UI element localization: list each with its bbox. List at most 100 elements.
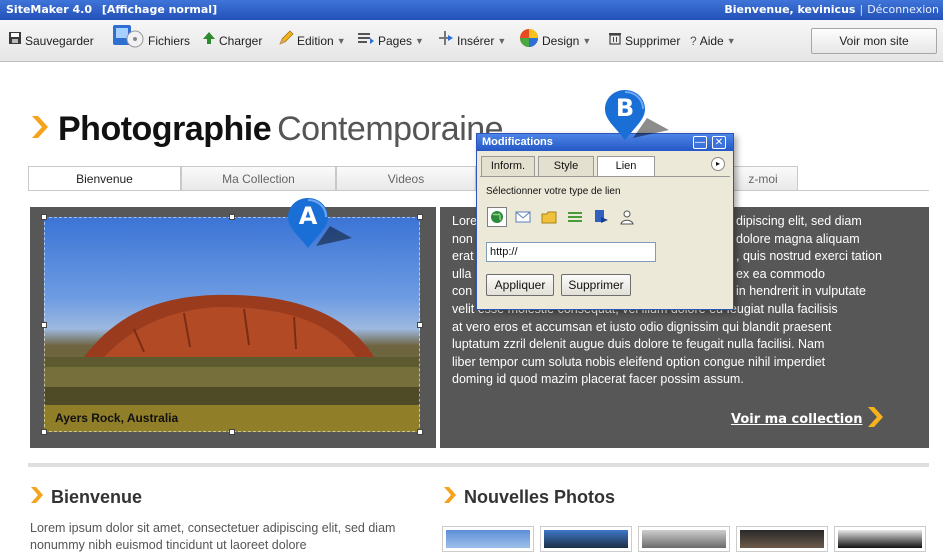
app-title: SiteMaker 4.0 [Affichage normal]	[6, 0, 217, 20]
app-name: SiteMaker 4.0	[6, 3, 93, 16]
tab-inform[interactable]: Inform.	[481, 156, 535, 176]
marker-b: B	[603, 88, 673, 148]
save-button[interactable]: Sauvegarder	[8, 31, 94, 51]
chevron-right-icon	[443, 486, 457, 509]
photo-thumbnail[interactable]	[442, 526, 534, 552]
palette-icon	[519, 28, 539, 54]
url-input[interactable]	[486, 242, 656, 262]
pencil-icon	[278, 30, 294, 52]
logout-link[interactable]: Déconnexion	[867, 3, 939, 16]
email-icon[interactable]	[513, 207, 533, 227]
section-nouvelles-photos-title: Nouvelles Photos	[464, 487, 616, 507]
minimize-button[interactable]: —	[693, 136, 707, 149]
help-label: Aide	[699, 34, 724, 48]
welcome-text: Bienvenue, kevinicus	[724, 3, 856, 16]
text-fragment: dipiscing elit, sed diam	[736, 214, 862, 228]
main-toolbar: Sauvegarder Fichiers Charger Edition ▼ Pa…	[0, 20, 943, 62]
modifications-dialog: Modifications — ✕ Inform. Style Lien ▸ S…	[476, 133, 734, 310]
text-fragment: dolore magna aliquam	[736, 231, 860, 246]
text-fragment: , quis nostrud exerci tation	[736, 249, 882, 264]
upload-arrow-icon	[202, 31, 216, 51]
design-label: Design	[542, 34, 580, 48]
chevron-right-icon	[30, 486, 44, 509]
tab-contact[interactable]: z-moi	[728, 166, 798, 190]
text-line: luptatum zzril delenit augue duis dolore…	[452, 337, 825, 352]
chevron-right-icon	[30, 114, 48, 144]
text-line: at vero eros et accumsan et iusto odio d…	[452, 319, 832, 334]
photo-thumbnail[interactable]	[638, 526, 730, 552]
section-bienvenue: Bienvenue	[30, 486, 142, 509]
view-site-button[interactable]: Voir mon site	[811, 28, 937, 54]
resize-handle-e[interactable]	[417, 322, 423, 328]
photo-thumbnail[interactable]	[540, 526, 632, 552]
tab-lien[interactable]: Lien	[597, 156, 655, 177]
see-collection-link[interactable]: Voir ma collection	[731, 405, 884, 433]
tab-baseline	[480, 176, 730, 177]
text-line: doming id quod mazim placerat facer poss…	[452, 372, 744, 387]
dialog-title: Modifications	[482, 136, 553, 148]
chevron-down-icon: ▼	[415, 36, 424, 46]
files-button[interactable]: Fichiers	[111, 25, 191, 51]
marker-b-label: B	[615, 94, 635, 122]
edit-menu[interactable]: Edition ▼	[278, 30, 346, 52]
section-bienvenue-title: Bienvenue	[51, 487, 143, 507]
close-button[interactable]: ✕	[712, 136, 726, 149]
save-icon	[8, 31, 22, 51]
resize-handle-w[interactable]	[41, 322, 47, 328]
pages-menu[interactable]: Pages ▼	[357, 31, 424, 51]
help-menu[interactable]: ? Aide ▼	[690, 31, 736, 51]
tab-bienvenue[interactable]: Bienvenue	[28, 166, 181, 190]
globe-icon[interactable]	[487, 207, 507, 227]
delete-button[interactable]: Supprimer	[608, 31, 680, 51]
chevron-down-icon: ▼	[336, 36, 346, 46]
selection-outline	[44, 217, 420, 432]
see-collection-label: Voir ma collection	[731, 411, 863, 427]
bienvenue-text[interactable]: Lorem ipsum dolor sit amet, consectetuer…	[30, 520, 430, 554]
remove-link-button[interactable]: Supprimer	[561, 274, 631, 296]
chevron-down-icon: ▼	[726, 36, 736, 46]
user-area: Bienvenue, kevinicus | Déconnexion	[724, 0, 939, 20]
tab-style[interactable]: Style	[538, 156, 594, 176]
photo-thumbnail[interactable]	[834, 526, 926, 552]
design-menu[interactable]: Design ▼	[519, 28, 592, 54]
insert-label: Insérer	[457, 34, 495, 48]
help-icon: ?	[690, 34, 697, 48]
text-fragment: in hendrerit in vulputate	[736, 284, 866, 299]
resize-handle-n[interactable]	[229, 214, 235, 220]
trash-icon	[608, 31, 622, 51]
upload-button[interactable]: Charger	[202, 31, 262, 51]
hero-text-right: dipiscing elit, sed diam dolore magna al…	[736, 213, 882, 301]
pages-label: Pages	[378, 34, 413, 48]
resize-handle-sw[interactable]	[41, 429, 47, 435]
scroll-tabs-right-icon[interactable]: ▸	[711, 157, 725, 171]
chevron-down-icon: ▼	[497, 36, 507, 46]
link-type-prompt: Sélectionner votre type de lien	[486, 186, 621, 197]
view-mode: [Affichage normal]	[101, 3, 218, 16]
resize-handle-s[interactable]	[229, 429, 235, 435]
resize-handle-ne[interactable]	[417, 214, 423, 220]
delete-label: Supprimer	[625, 34, 681, 48]
resize-handle-nw[interactable]	[41, 214, 47, 220]
chevron-down-icon: ▼	[582, 36, 592, 46]
insert-menu[interactable]: Insérer ▼	[438, 31, 506, 51]
marker-a: A	[286, 196, 356, 256]
chevron-right-icon	[866, 405, 884, 433]
site-title-light: Contemporaine	[277, 109, 504, 148]
insert-icon	[438, 30, 454, 52]
list-icon[interactable]	[565, 207, 585, 227]
app-titlebar: SiteMaker 4.0 [Affichage normal] Bienven…	[0, 0, 943, 20]
apply-button[interactable]: Appliquer	[486, 274, 554, 296]
marker-a-label: A	[298, 202, 318, 230]
files-label: Fichiers	[148, 34, 191, 48]
resize-handle-se[interactable]	[417, 429, 423, 435]
folder-icon[interactable]	[539, 207, 559, 227]
edit-label: Edition	[297, 34, 334, 48]
site-title: Photographie Contemporaine	[30, 106, 504, 152]
person-icon[interactable]	[617, 207, 637, 227]
tab-videos[interactable]: Videos	[336, 166, 476, 190]
section-nouvelles-photos: Nouvelles Photos	[443, 486, 615, 509]
tab-ma-collection[interactable]: Ma Collection	[181, 166, 336, 190]
link-type-picker	[487, 207, 637, 227]
page-link-icon[interactable]	[591, 207, 611, 227]
photo-thumbnail[interactable]	[736, 526, 828, 552]
